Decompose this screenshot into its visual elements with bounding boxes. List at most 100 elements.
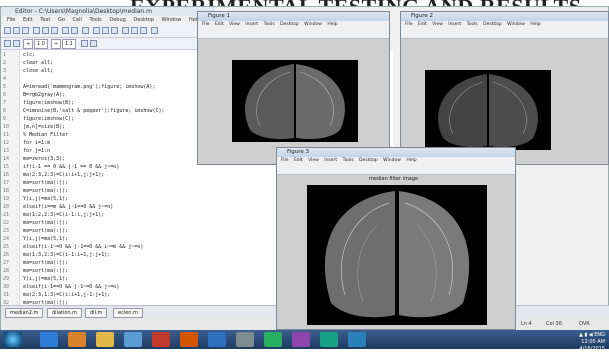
eval-cell-icon[interactable] [13, 40, 20, 47]
increment-value-field[interactable]: 1.0 [34, 39, 48, 49]
paste-icon[interactable] [51, 27, 58, 34]
file-explorer-icon[interactable] [96, 332, 114, 347]
menu-edit[interactable]: Edit [215, 22, 224, 27]
mammogram-image-noisy [425, 70, 551, 150]
menu-edit[interactable]: Edit [23, 17, 33, 23]
menu-tools[interactable]: Tools [89, 17, 101, 23]
menu-insert[interactable]: Insert [448, 22, 461, 27]
line-number: 18 [3, 188, 10, 194]
start-button-icon[interactable] [4, 332, 22, 347]
menu-tools[interactable]: Tools [343, 158, 354, 163]
tab-median2[interactable]: median2.m [5, 308, 44, 318]
editor-toolbar [1, 25, 201, 38]
menu-tools[interactable]: Tools [264, 22, 275, 27]
app-icon[interactable] [348, 332, 366, 347]
menu-go[interactable]: Go [58, 17, 65, 23]
menu-text[interactable]: Text [40, 17, 50, 23]
app-icon[interactable] [264, 332, 282, 347]
redo-icon[interactable] [71, 27, 78, 34]
open-file-icon[interactable] [13, 27, 20, 34]
figure-2-menu-bar: File Edit View Insert Tools Desktop Wind… [401, 21, 608, 28]
run-icon[interactable] [151, 27, 158, 34]
breakpoint-icon[interactable] [122, 27, 129, 34]
menu-help[interactable]: Help [530, 22, 540, 27]
menu-edit[interactable]: Edit [418, 22, 427, 27]
menu-insert[interactable]: Insert [324, 158, 337, 163]
line-number: 28 [3, 268, 10, 274]
code-line: ma=sort(ma(:)); [23, 260, 69, 266]
menu-file[interactable]: File [281, 158, 289, 163]
menu-desktop[interactable]: Desktop [133, 17, 154, 23]
menu-window[interactable]: Window [383, 158, 401, 163]
back-icon[interactable] [102, 27, 109, 34]
forward-icon[interactable] [111, 27, 118, 34]
app-icon[interactable] [292, 332, 310, 347]
menu-help[interactable]: Help [406, 158, 416, 163]
tab-eclen[interactable]: eclen.m [113, 308, 143, 318]
find-icon[interactable] [93, 27, 100, 34]
code-line: Y(i,j)=ma(5,1); [23, 236, 69, 242]
menu-window[interactable]: Window [304, 22, 322, 27]
menu-insert[interactable]: Insert [245, 22, 258, 27]
print-icon[interactable] [82, 27, 89, 34]
code-line: ma(2:3,2:3)=C(i:i+1,j:j+1); [23, 172, 105, 178]
menu-help[interactable]: Help [327, 22, 337, 27]
menu-view[interactable]: View [308, 158, 319, 163]
menu-debug[interactable]: Debug [109, 17, 125, 23]
media-player-icon[interactable] [68, 332, 86, 347]
window-controls: _□× [354, 13, 387, 30]
menu-edit[interactable]: Edit [294, 158, 303, 163]
cut-icon[interactable] [33, 27, 40, 34]
tab-dil[interactable]: dil.m [85, 308, 108, 318]
line-number: 13 [3, 148, 10, 154]
menu-desktop[interactable]: Desktop [483, 22, 502, 27]
code-line: [m,n]=size(B); [23, 124, 66, 130]
figure-app-icon[interactable] [208, 332, 226, 347]
menu-view[interactable]: View [229, 22, 240, 27]
code-line: for j=1:n [23, 148, 51, 154]
save-icon[interactable] [22, 27, 29, 34]
menu-tools[interactable]: Tools [467, 22, 478, 27]
powerpoint-icon[interactable] [152, 332, 170, 347]
code-line: Y(i,j)=ma(5,1); [23, 276, 69, 282]
code-line: ma(2:3,1:3)=C(i:i+1,j-1:j+1); [23, 292, 111, 298]
undo-icon[interactable] [62, 27, 69, 34]
show-cell-titles-icon[interactable] [90, 40, 97, 47]
matlab-icon[interactable] [180, 332, 198, 347]
code-line: elseif(i-1~=0 && j-1==0 && i~=m && j~=n) [23, 244, 144, 250]
line-number: 27 [3, 260, 10, 266]
line-number: 14 [3, 156, 10, 162]
menu-cell[interactable]: Cell [73, 17, 82, 23]
code-line: ma(1:3,2:3)=C(i-1:i+1,j:j+1); [23, 252, 111, 258]
scale-value-field[interactable]: 1.1 [62, 39, 76, 49]
word-icon[interactable] [124, 332, 142, 347]
app-icon[interactable] [320, 332, 338, 347]
tray-icons[interactable]: ▲ ▮ ◀ ENG [579, 332, 605, 339]
menu-window[interactable]: Window [507, 22, 525, 27]
menu-window[interactable]: Window [162, 17, 182, 23]
window-controls: _□× [573, 13, 606, 30]
insert-cell-icon[interactable] [81, 40, 88, 47]
clear-breakpoints-icon[interactable] [131, 27, 138, 34]
line-number: 29 [3, 276, 10, 282]
new-file-icon[interactable] [4, 27, 11, 34]
step-icon[interactable] [140, 27, 147, 34]
code-line: figure;imshow(C); [23, 116, 75, 122]
menu-file[interactable]: File [7, 17, 15, 23]
figure-3-window: Figure 3 _□× File Edit View Insert Tools… [276, 147, 516, 330]
menu-view[interactable]: View [432, 22, 443, 27]
status-column: Col 36 [546, 321, 562, 327]
menu-file[interactable]: File [405, 22, 413, 27]
clock-time[interactable]: 12:00 AM [579, 339, 605, 346]
app-icon[interactable] [236, 332, 254, 347]
menu-file[interactable]: File [202, 22, 210, 27]
menu-desktop[interactable]: Desktop [280, 22, 299, 27]
tab-dilation[interactable]: dilation.m [47, 308, 83, 318]
ie-browser-icon[interactable] [40, 332, 58, 347]
menu-desktop[interactable]: Desktop [359, 158, 378, 163]
code-line: clear all; [23, 60, 54, 66]
cell-mode-icon[interactable] [4, 40, 11, 47]
line-number: 7 [3, 100, 7, 106]
copy-icon[interactable] [42, 27, 49, 34]
figure-1-menu-bar: File Edit View Insert Tools Desktop Wind… [198, 21, 389, 28]
